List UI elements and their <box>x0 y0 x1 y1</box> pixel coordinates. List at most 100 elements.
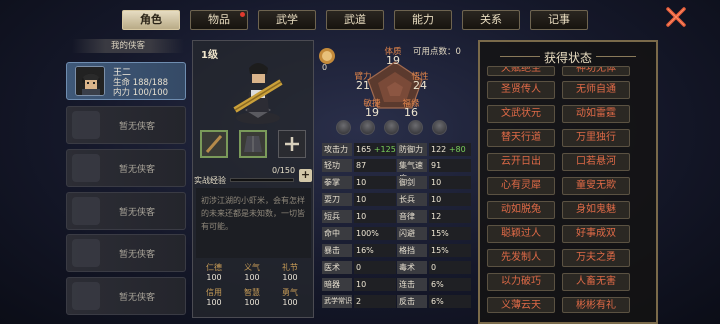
tab-martial-way[interactable]: 武道 <box>326 10 384 30</box>
empty-slot-label: 暂无侠客 <box>119 122 156 132</box>
tab-label: 记事 <box>548 13 570 26</box>
status-tag[interactable]: 身如鬼魅 <box>562 201 630 219</box>
hero-portrait-avatar <box>75 66 105 96</box>
virtue-item: 义气 100 <box>234 262 270 282</box>
stat-value: 16% <box>354 244 396 257</box>
empty-portrait-icon <box>72 111 100 139</box>
stat-value: 10 <box>354 193 396 206</box>
stat-label: 反击 <box>397 295 427 308</box>
virtue-name: 礼节 <box>282 263 298 272</box>
stat-label: 防御力 <box>397 143 427 156</box>
weapon-slot[interactable] <box>200 130 228 158</box>
stat-label: 医术 <box>322 261 352 274</box>
tab-items[interactable]: 物品 <box>190 10 248 30</box>
medal-value: 0 <box>322 63 328 72</box>
empty-slot-label: 暂无侠客 <box>119 293 156 303</box>
status-tag[interactable]: 口若悬河 <box>562 153 630 171</box>
stat-value: 122 +80 <box>429 143 471 156</box>
skill-slot-knob[interactable] <box>408 120 423 135</box>
empty-slot-label: 暂无侠客 <box>119 208 156 218</box>
status-tag[interactable]: 云开日出 <box>487 153 555 171</box>
status-tag[interactable]: 以力破巧 <box>487 273 555 291</box>
roster-slot-empty[interactable]: 暂无侠客 <box>66 277 186 315</box>
roster-slot-empty[interactable]: 暂无侠客 <box>66 192 186 230</box>
status-tag[interactable]: 动如雷霆 <box>562 105 630 123</box>
status-tag[interactable]: 人畜无害 <box>562 273 630 291</box>
tab-relations[interactable]: 关系 <box>462 10 520 30</box>
tab-label: 武道 <box>344 13 366 26</box>
roster-slot-empty[interactable]: 暂无侠客 <box>66 106 186 144</box>
status-tag[interactable]: 神功无体 <box>562 66 630 76</box>
empty-slot-label: 暂无侠客 <box>119 165 156 175</box>
add-exp-button[interactable]: + <box>299 169 312 182</box>
robe-icon <box>244 136 262 152</box>
status-tag[interactable]: 义薄云天 <box>487 297 555 313</box>
empty-portrait-icon <box>72 282 100 310</box>
notification-dot-icon <box>240 12 245 17</box>
stat-value: 15% <box>429 244 471 257</box>
tab-label: 角色 <box>140 13 162 26</box>
skill-slot-knob[interactable] <box>360 120 375 135</box>
stat-value: 6% <box>429 278 471 291</box>
stat-value: 100% <box>354 227 396 240</box>
status-tag[interactable]: 彬彬有礼 <box>562 297 630 313</box>
skill-slot-knob[interactable] <box>336 120 351 135</box>
roster-slot-empty[interactable]: 暂无侠客 <box>66 149 186 187</box>
tab-journal[interactable]: 记事 <box>530 10 588 30</box>
status-tag[interactable]: 圣贤传人 <box>487 81 555 99</box>
empty-portrait-icon <box>72 154 100 182</box>
points-value: 0 <box>455 47 461 57</box>
roster-slot-hero[interactable]: 王二 生命 188/188 内力 100/100 <box>66 62 186 100</box>
stat-value: 12 <box>429 210 471 223</box>
tab-martial-arts[interactable]: 武学 <box>258 10 316 30</box>
exp-value: 0/150 <box>272 166 296 175</box>
stat-label: 连击 <box>397 278 427 291</box>
stat-label: 毒术 <box>397 261 427 274</box>
virtue-value: 100 <box>244 298 260 307</box>
status-tag[interactable]: 天赋绝圣 <box>487 66 555 76</box>
status-tag[interactable]: 童叟无欺 <box>562 177 630 195</box>
close-button[interactable] <box>665 6 687 28</box>
close-icon <box>666 7 686 27</box>
virtue-item: 勇气 100 <box>272 287 308 307</box>
stat-label: 暴击 <box>322 244 352 257</box>
virtue-value: 100 <box>206 298 222 307</box>
status-tag[interactable]: 文武状元 <box>487 105 555 123</box>
status-tag[interactable]: 替天行道 <box>487 129 555 147</box>
empty-portrait-icon <box>72 239 100 267</box>
roster-slot-empty[interactable]: 暂无侠客 <box>66 234 186 272</box>
status-tag[interactable]: 无师自通 <box>562 81 630 99</box>
add-equip-slot[interactable] <box>278 130 306 158</box>
stat-value: 2 <box>354 295 396 308</box>
tab-character[interactable]: 角色 <box>122 10 180 30</box>
status-tag[interactable]: 先发制人 <box>487 249 555 267</box>
skill-slot-knob[interactable] <box>432 120 447 135</box>
virtue-name: 勇气 <box>282 288 298 297</box>
empty-slot-label: 暂无侠客 <box>119 250 156 260</box>
status-tag[interactable]: 动如脱兔 <box>487 201 555 219</box>
virtue-name: 智慧 <box>244 288 260 297</box>
tab-abilities[interactable]: 能力 <box>394 10 452 30</box>
stat-bonus: +125 <box>373 145 396 154</box>
tab-label: 能力 <box>412 13 434 26</box>
status-tag[interactable]: 心有灵犀 <box>487 177 555 195</box>
attr-value: 19 <box>386 54 400 67</box>
skill-slot-knob[interactable] <box>384 120 399 135</box>
status-tag[interactable]: 聪颖过人 <box>487 225 555 243</box>
stat-value: 0 <box>429 261 471 274</box>
status-tag[interactable]: 万里独行 <box>562 129 630 147</box>
attr-value: 21 <box>356 79 370 92</box>
armor-slot[interactable] <box>239 130 267 158</box>
attr-value: 19 <box>365 106 379 119</box>
stat-value: 10 <box>354 210 396 223</box>
stat-value: 10 <box>354 176 396 189</box>
roster-header: 我的侠客 <box>72 39 184 53</box>
status-tag[interactable]: 好事成双 <box>562 225 630 243</box>
virtue-value: 100 <box>282 298 298 307</box>
stat-number: 165 <box>356 145 372 154</box>
stat-value: 6% <box>429 295 471 308</box>
plus-icon <box>285 137 299 151</box>
status-tag[interactable]: 万夫之勇 <box>562 249 630 267</box>
stat-label: 格挡 <box>397 244 427 257</box>
virtue-value: 100 <box>244 273 260 282</box>
